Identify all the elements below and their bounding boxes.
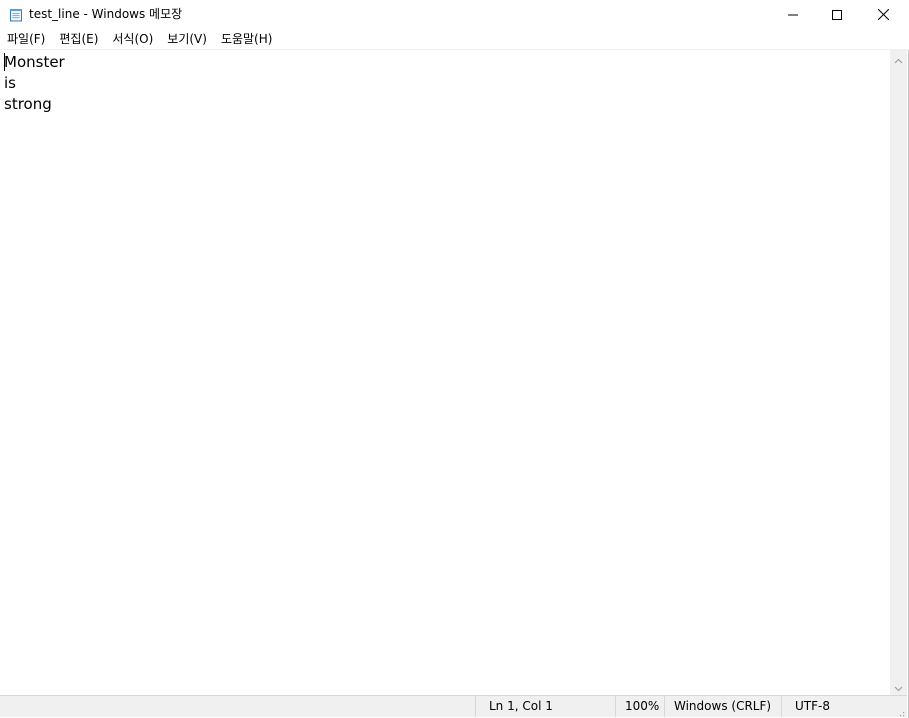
scroll-up-button[interactable] <box>890 50 907 67</box>
text-line: Monster <box>4 53 65 71</box>
text-line: is <box>4 74 16 92</box>
text-content[interactable]: Monster is strong <box>4 52 65 115</box>
minimize-icon <box>788 5 798 24</box>
encoding: UTF-8 <box>781 696 891 717</box>
menu-bar: 파일(F) 편집(E) 서식(O) 보기(V) 도움말(H) <box>0 29 909 50</box>
zoom-level: 100% <box>615 696 664 717</box>
minimize-button[interactable] <box>770 0 816 29</box>
cursor-position: Ln 1, Col 1 <box>475 696 615 717</box>
window-title: test_line - Windows 메모장 <box>29 7 183 21</box>
menu-help[interactable]: 도움말(H) <box>214 29 280 49</box>
menu-edit[interactable]: 편집(E) <box>52 29 105 49</box>
vertical-scrollbar[interactable] <box>890 50 907 695</box>
menu-format[interactable]: 서식(O) <box>105 29 160 49</box>
maximize-icon <box>832 5 842 24</box>
status-bar: Ln 1, Col 1 100% Windows (CRLF) UTF-8 <box>0 695 907 717</box>
scroll-down-button[interactable] <box>890 678 907 695</box>
text-caret <box>4 53 5 71</box>
close-button[interactable] <box>860 0 906 29</box>
chevron-up-icon <box>894 49 903 68</box>
chevron-down-icon <box>894 677 903 696</box>
close-icon <box>877 5 889 24</box>
title-bar[interactable]: test_line - Windows 메모장 <box>0 0 909 29</box>
resize-grip-icon[interactable] <box>895 705 905 717</box>
notepad-window: test_line - Windows 메모장 파일(F) 편집(E) 서식(O… <box>0 0 909 718</box>
maximize-button[interactable] <box>814 0 860 29</box>
text-line: strong <box>4 95 52 113</box>
menu-file[interactable]: 파일(F) <box>0 29 52 49</box>
line-ending: Windows (CRLF) <box>664 696 781 717</box>
menu-view[interactable]: 보기(V) <box>160 29 214 49</box>
notepad-icon <box>9 7 23 22</box>
text-editor[interactable]: Monster is strong <box>0 50 890 695</box>
